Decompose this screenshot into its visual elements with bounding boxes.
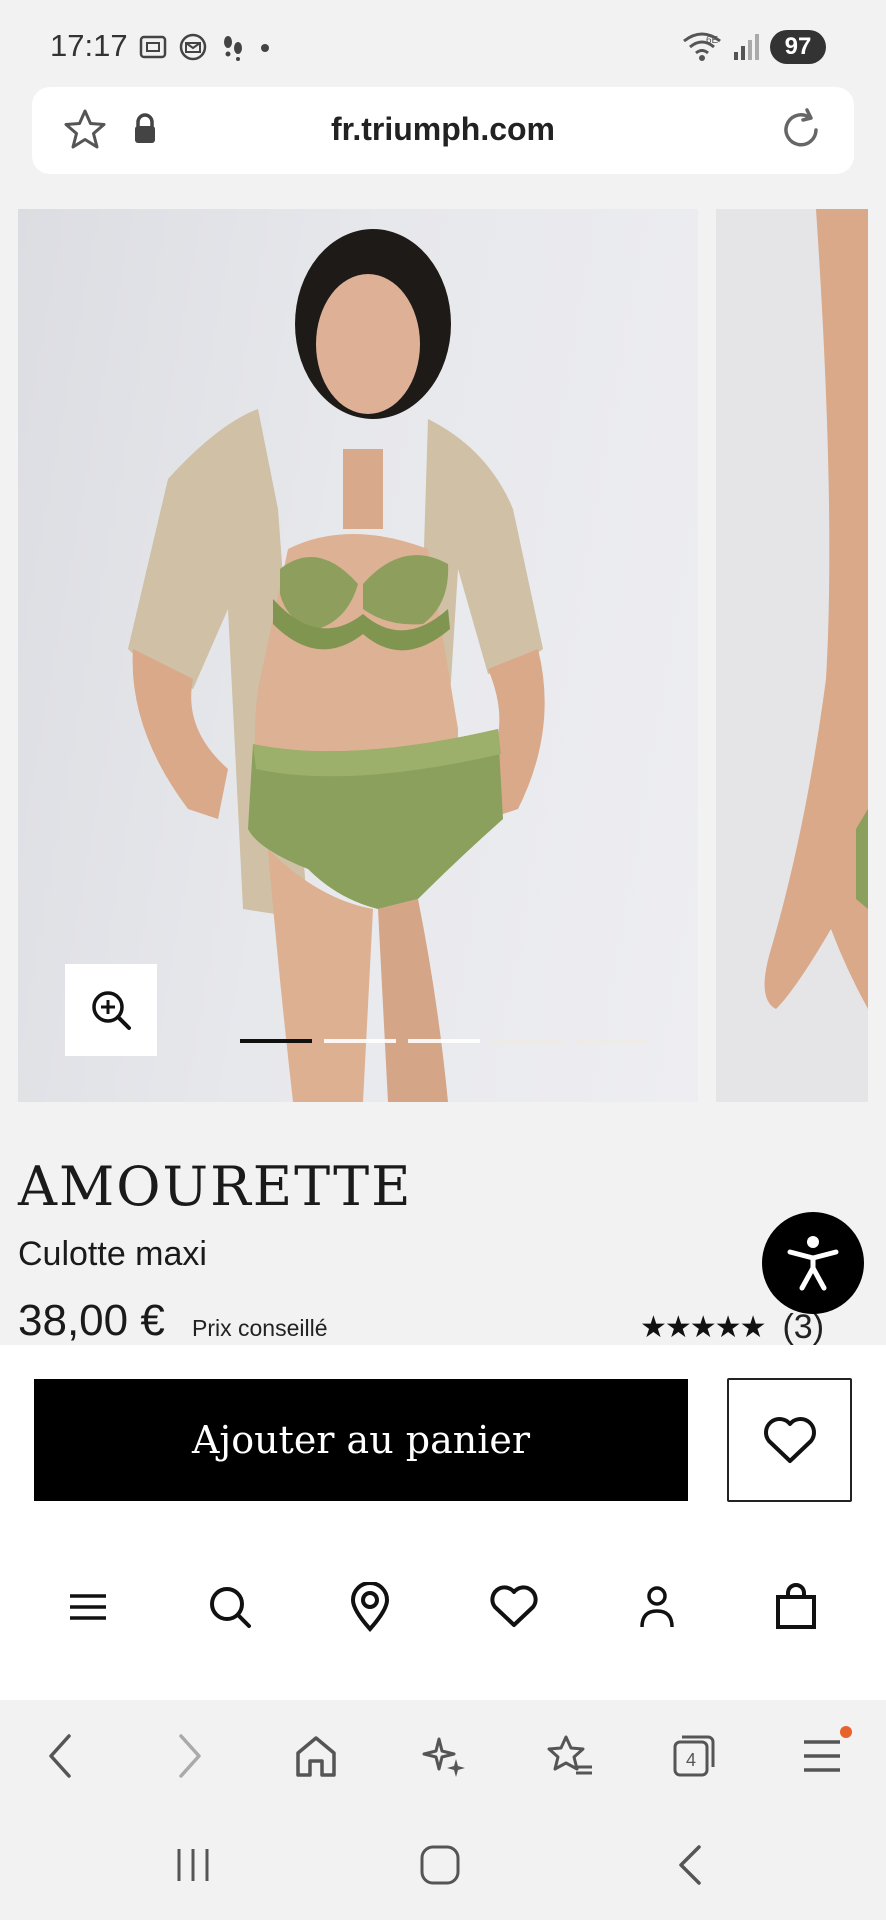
accessibility-icon — [787, 1236, 839, 1291]
dot-icon — [261, 44, 269, 52]
status-time: 17:17 — [50, 28, 128, 63]
wishlist-icon[interactable] — [484, 1577, 544, 1637]
product-rating[interactable]: ★★★★★ (3) — [640, 1308, 824, 1347]
gallery-dot[interactable] — [324, 1039, 396, 1043]
add-to-wishlist-button[interactable] — [727, 1378, 852, 1502]
status-bar: 17:17 6E 97 — [0, 0, 886, 90]
system-nav-bar — [0, 1810, 886, 1920]
forward-icon[interactable] — [160, 1728, 220, 1784]
browser-toolbar: 4 — [0, 1700, 886, 1810]
browser-menu-icon[interactable] — [792, 1726, 852, 1784]
store-locator-icon[interactable] — [340, 1577, 400, 1637]
svg-text:4: 4 — [686, 1750, 696, 1770]
system-back-icon[interactable] — [660, 1840, 720, 1890]
recent-apps-icon[interactable] — [163, 1840, 223, 1890]
bag-icon[interactable] — [766, 1577, 826, 1637]
status-system-icons: 6E 97 — [682, 30, 826, 64]
product-price: 38,00 € — [18, 1296, 165, 1345]
zoom-button[interactable] — [65, 964, 157, 1056]
svg-text:6E: 6E — [706, 35, 719, 46]
product-image-next[interactable] — [716, 209, 868, 1102]
heart-icon — [763, 1417, 816, 1463]
rating-stars: ★★★★★ — [640, 1311, 766, 1344]
product-image-main[interactable] — [18, 209, 698, 1102]
steps-icon — [224, 36, 242, 61]
gallery-pagination — [240, 1039, 648, 1043]
address-bar[interactable]: fr.triumph.com — [32, 87, 854, 174]
search-icon[interactable] — [200, 1577, 260, 1637]
home-button-icon[interactable] — [410, 1840, 470, 1890]
product-name: Culotte maxi — [18, 1235, 207, 1273]
tabs-icon[interactable]: 4 — [664, 1728, 724, 1784]
account-icon[interactable] — [627, 1577, 687, 1637]
gallery-dot[interactable] — [240, 1039, 312, 1043]
ai-sparkle-icon[interactable] — [414, 1728, 474, 1784]
product-image-gallery[interactable] — [0, 209, 886, 1102]
url-text[interactable]: fr.triumph.com — [32, 111, 854, 148]
gallery-dot[interactable] — [576, 1039, 648, 1043]
home-icon[interactable] — [286, 1728, 346, 1784]
menu-icon[interactable] — [58, 1577, 118, 1637]
add-to-cart-button[interactable]: Ajouter au panier — [34, 1379, 688, 1501]
back-icon[interactable] — [30, 1728, 90, 1784]
reload-icon[interactable] — [778, 107, 824, 158]
sticky-action-bar: Ajouter au panier — [0, 1345, 886, 1700]
brand-name: AMOURETTE — [18, 1155, 413, 1218]
notification-dot — [840, 1726, 852, 1738]
signal-icon — [734, 34, 759, 60]
screenshot-icon — [139, 35, 167, 59]
gallery-dot[interactable] — [408, 1039, 480, 1043]
bookmarks-icon[interactable] — [540, 1728, 600, 1784]
gallery-dot[interactable] — [492, 1039, 564, 1043]
wifi-icon: 6E — [683, 32, 721, 61]
status-notification-icons — [138, 32, 272, 62]
mail-icon — [179, 33, 207, 61]
site-bottom-nav — [0, 1577, 886, 1647]
accessibility-button[interactable] — [762, 1212, 864, 1314]
zoom-in-icon — [92, 991, 131, 1030]
product-photo-next — [764, 209, 868, 1009]
review-count[interactable]: (3) — [782, 1308, 824, 1347]
battery-indicator: 97 — [770, 30, 826, 64]
price-note: Prix conseillé — [192, 1315, 328, 1341]
